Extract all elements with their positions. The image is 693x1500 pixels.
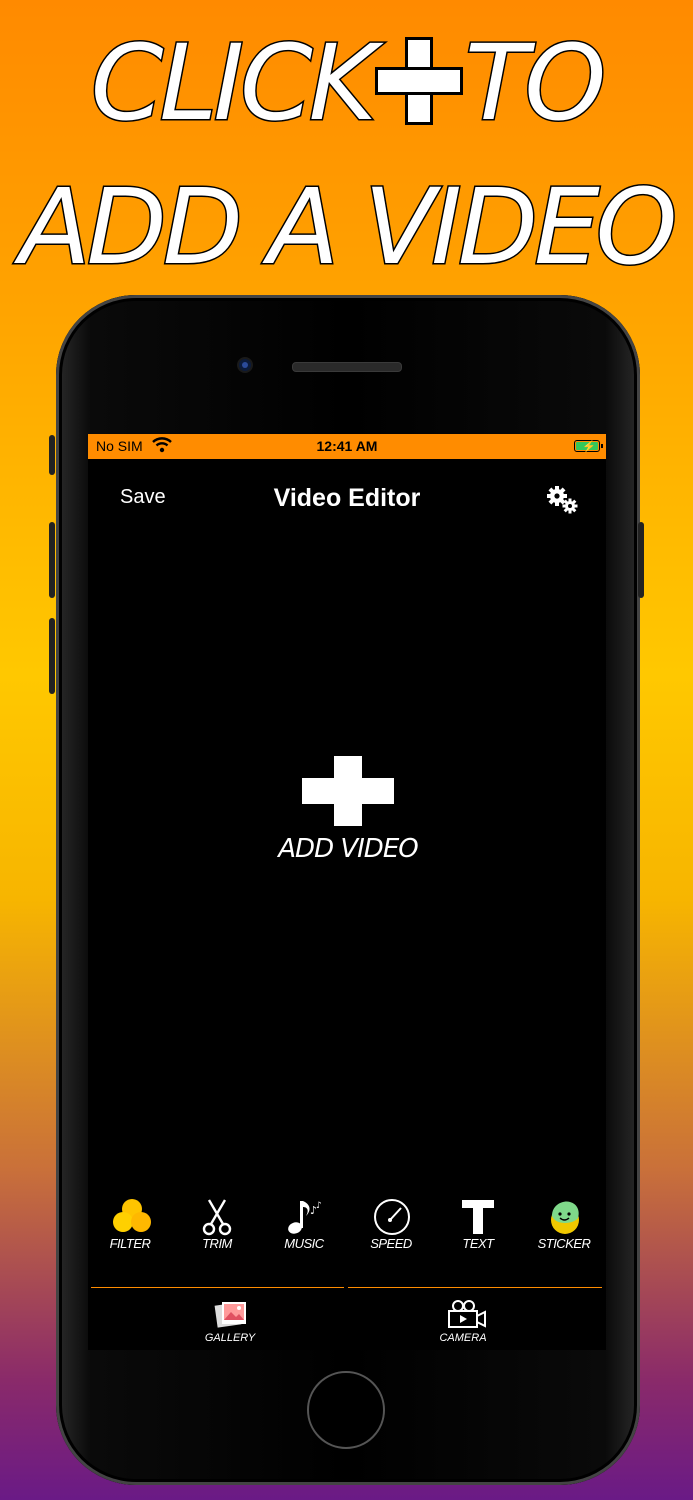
volume-down-button [49, 618, 55, 694]
tool-label: STICKER [537, 1236, 591, 1251]
tool-speed[interactable]: SPEED [356, 1194, 426, 1254]
tab-camera[interactable]: CAMERA [418, 1300, 508, 1350]
tool-label: MUSIC [284, 1236, 324, 1251]
battery-icon: ⚡ [574, 440, 603, 453]
text-icon [462, 1200, 494, 1234]
headline-to: TO [463, 21, 607, 146]
volume-up-button [49, 522, 55, 598]
headline-click: CLICK [89, 21, 378, 146]
plus-icon [302, 756, 394, 826]
tool-label: TRIM [202, 1236, 232, 1251]
camera-icon [448, 1300, 486, 1328]
svg-text:♪: ♪ [316, 1201, 322, 1211]
tool-sticker[interactable]: STICKER [529, 1194, 599, 1254]
mute-switch [49, 435, 55, 475]
sticker-icon [551, 1201, 579, 1234]
tool-filter[interactable]: FILTER [95, 1194, 165, 1254]
settings-gear-icon[interactable] [544, 484, 580, 514]
tool-bar: FILTER TRIM ♪ ♪ MUSIC SPEED TEXT STICKER [88, 1194, 606, 1254]
power-button [638, 522, 644, 598]
status-time: 12:41 AM [316, 438, 378, 454]
app-screen: No SIM 12:41 AM ⚡ Save Video Editor ADD … [88, 434, 606, 1350]
speedometer-icon [374, 1199, 410, 1235]
tool-text[interactable]: TEXT [443, 1194, 513, 1254]
gallery-icon [214, 1302, 246, 1328]
tool-trim[interactable]: TRIM [182, 1194, 252, 1254]
headline-line-1: CLICK TO [0, 18, 693, 148]
tool-label: FILTER [109, 1236, 151, 1251]
tab-gallery[interactable]: GALLERY [185, 1300, 275, 1350]
plus-icon [374, 36, 463, 125]
tab-divider-right [348, 1287, 602, 1288]
earpiece-speaker [292, 362, 402, 372]
tab-divider-left [91, 1287, 344, 1288]
tool-label: TEXT [462, 1236, 494, 1251]
filter-icon [113, 1199, 151, 1232]
charging-icon: ⚡ [582, 441, 596, 453]
headline-line-2: ADD A VIDEO [18, 165, 679, 290]
scissors-icon [202, 1199, 232, 1236]
status-bar: No SIM 12:41 AM ⚡ [88, 434, 606, 459]
add-video-label: ADD VIDEO [278, 834, 418, 864]
tool-music[interactable]: ♪ ♪ MUSIC [269, 1194, 339, 1254]
home-button[interactable] [307, 1371, 385, 1449]
tab-label: CAMERA [439, 1332, 487, 1344]
music-note-icon: ♪ ♪ [288, 1201, 322, 1234]
add-video-button[interactable]: ADD VIDEO [268, 754, 428, 874]
page-title: Video Editor [273, 484, 421, 512]
tool-label: SPEED [370, 1236, 412, 1251]
front-camera [239, 359, 251, 371]
tab-label: GALLERY [204, 1332, 256, 1344]
